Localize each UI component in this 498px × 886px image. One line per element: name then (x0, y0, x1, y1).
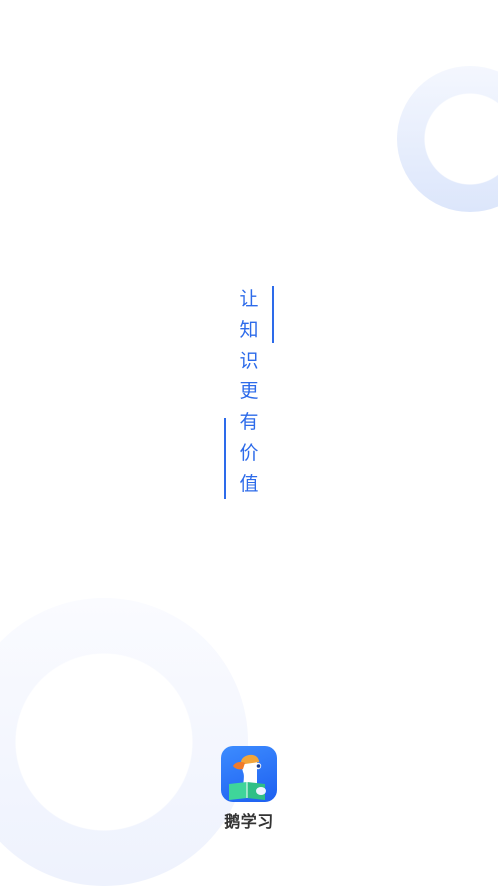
slogan: 让 知 识 更 有 价 值 (236, 284, 262, 500)
goose-reading-book-icon (229, 754, 266, 800)
slogan-char: 让 (239, 288, 259, 310)
slogan-char: 有 (239, 411, 259, 434)
slogan-divider-bottom (224, 418, 226, 499)
decorative-ring-bottom (0, 598, 248, 886)
decorative-ring-top (397, 66, 498, 212)
app-logo-icon (221, 746, 277, 802)
slogan-char: 值 (239, 472, 259, 495)
slogan-char: 识 (239, 349, 259, 372)
slogan-char: 知 (239, 318, 259, 341)
slogan-char: 价 (239, 441, 259, 464)
app-name: 鹅学习 (224, 812, 274, 831)
splash-screen: 让 知 识 更 有 价 值 鹅学习 (0, 0, 498, 886)
slogan-divider-top (272, 286, 274, 343)
slogan-char: 更 (239, 380, 259, 403)
